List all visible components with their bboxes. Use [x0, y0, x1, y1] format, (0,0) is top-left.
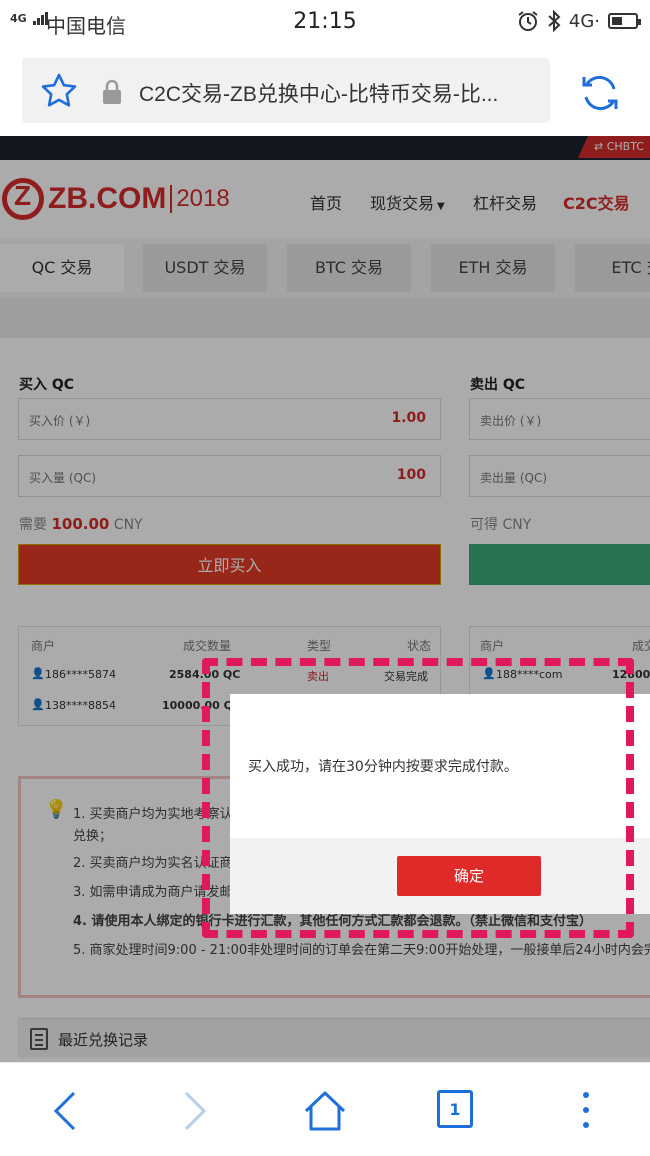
bookmark-star-icon[interactable]: [40, 72, 78, 110]
more-menu-icon[interactable]: [564, 1089, 608, 1133]
alarm-icon: [518, 11, 538, 31]
lock-icon: [103, 79, 121, 104]
browser-bottom-bar: 1: [0, 1062, 650, 1156]
highlight-annotation: [202, 658, 634, 938]
page-title[interactable]: C2C交易-ZB兑换中心-比特币交易-比...: [139, 78, 539, 108]
refresh-icon[interactable]: [578, 71, 622, 115]
status-bar: 4G 中国电信 21:15 4G·: [0, 0, 650, 46]
status-icons: 4G·: [517, 10, 641, 32]
battery-charging-icon: [608, 13, 641, 29]
back-arrow-icon[interactable]: [44, 1089, 88, 1133]
mobile-network: 4G·: [568, 10, 600, 32]
browser-address-bar: C2C交易-ZB兑换中心-比特币交易-比...: [0, 46, 650, 136]
bluetooth-icon: [548, 10, 561, 32]
forward-arrow-icon[interactable]: [172, 1089, 216, 1133]
tab-count-button[interactable]: 1: [437, 1090, 473, 1128]
home-icon[interactable]: [303, 1089, 347, 1133]
